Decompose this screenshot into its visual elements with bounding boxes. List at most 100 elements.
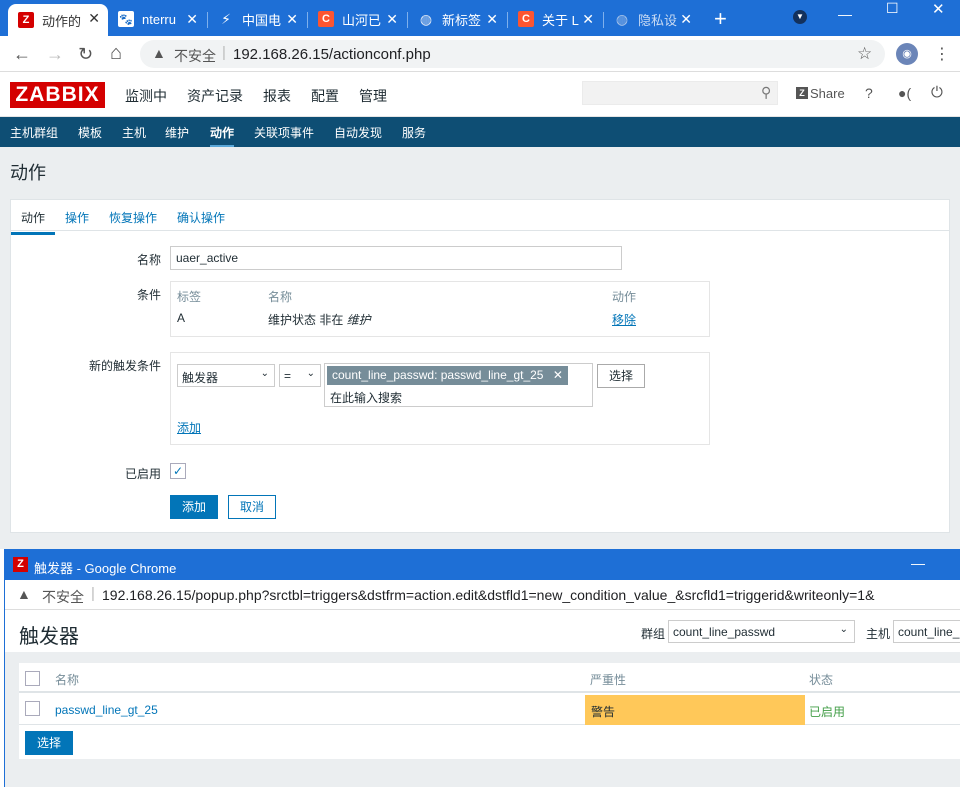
tab-search-icon[interactable]: ▼ [793,10,807,24]
close-icon[interactable]: ✕ [582,11,594,28]
popup-window-title: 触发器 - Google Chrome [34,561,177,576]
new-tab-button[interactable]: + [714,6,727,32]
tab-active-actions[interactable]: Z 动作的 ✕ [8,4,108,36]
tab-operations[interactable]: 操作 [65,209,89,226]
trigger-table-header: 名称 严重性 状态 [19,663,960,693]
share-link[interactable]: Share [810,86,845,101]
menu-monitoring[interactable]: 监测中 [125,86,167,106]
zabbix-logo[interactable]: ZABBIX [10,82,105,108]
address-separator: | [91,585,95,602]
trigger-table: 名称 严重性 状态 passwd_line_gt_25 警告 已启用 选择 [19,663,960,759]
page-header: 动作 [0,147,960,189]
add-condition-link[interactable]: 添加 [177,419,201,436]
conditions-label: 条件 [136,288,161,302]
popup-url-text: 192.168.26.15/popup.php?srctbl=triggers&… [102,587,875,603]
security-label: 不安全 [174,48,216,64]
tab-nterru[interactable]: 🐾 nterru ✕ [108,5,206,33]
submenu-host-groups[interactable]: 主机群组 [10,124,58,141]
warning-icon: ▲ [152,45,166,61]
submenu-hosts[interactable]: 主机 [122,124,146,141]
cancel-button[interactable]: 取消 [228,495,276,519]
tab-acknowledge-operations[interactable]: 确认操作 [177,209,225,226]
close-icon[interactable]: ✕ [486,11,498,28]
host-select[interactable]: count_line_ [893,620,960,643]
help-icon[interactable]: ? [865,85,873,101]
close-icon[interactable]: ✕ [88,10,100,27]
popup-heading: 触发器 [19,626,79,648]
minimize-icon[interactable]: — [838,6,852,22]
global-search-input[interactable]: ⚲ [582,81,778,105]
submenu-correlation[interactable]: 关联项事件 [254,124,314,141]
select-all-checkbox[interactable] [25,671,40,686]
header-status: 状态 [809,673,834,687]
minimize-icon[interactable]: — [911,555,925,571]
telecom-icon: ⚡ [221,10,231,27]
close-icon[interactable]: ✕ [186,11,198,28]
maximize-icon[interactable]: ☐ [886,0,899,17]
menu-reports[interactable]: 报表 [263,86,291,106]
name-input[interactable]: uaer_active [170,246,622,270]
popup-address-bar[interactable]: ▲ 不安全 | 192.168.26.15/popup.php?srctbl=t… [5,580,960,610]
operator-value: = [284,369,292,383]
trigger-multiselect[interactable]: count_line_passwd: passwd_line_gt_25 ✕ 在… [324,363,593,407]
submenu-services[interactable]: 服务 [402,124,426,141]
group-value: count_line_passwd [673,625,776,639]
header-name[interactable]: 名称 [55,671,79,688]
status-enabled-link[interactable]: 已启用 [809,703,845,720]
tab-about[interactable]: C 关于 L ✕ [508,5,602,33]
submenu-templates[interactable]: 模板 [78,124,102,141]
submenu-maintenance[interactable]: 维护 [165,124,189,141]
bookmark-star-icon[interactable]: ☆ [857,44,872,64]
search-icon[interactable]: ⚲ [761,84,771,101]
tab-privacy[interactable]: ◍ 隐私设 ✕ [604,5,700,33]
tab-label: 隐私设 [638,12,678,28]
severity-text: 警告 [591,705,616,719]
condition-remove-link[interactable]: 移除 [612,311,636,328]
close-icon[interactable]: ✕ [286,11,298,28]
tab-action[interactable]: 动作 [11,209,56,235]
select-trigger-button[interactable]: 选择 [597,364,645,388]
tab-china-telecom[interactable]: ⚡ 中国电 ✕ [208,5,306,33]
multiselect-search-input[interactable]: 在此输入搜索 [330,389,402,406]
condition-type-value: 触发器 [182,371,219,385]
condition-name-value: 维护 [346,313,371,327]
reload-icon[interactable]: ↻ [78,44,93,65]
chevron-down-icon: ⌄ [839,624,848,635]
menu-inventory[interactable]: 资产记录 [187,86,243,106]
remove-chip-icon[interactable]: ✕ [553,368,563,382]
menu-administration[interactable]: 管理 [359,86,387,106]
operator-select[interactable]: = ⌄ [279,364,321,387]
signout-icon[interactable]: ⏻ [931,84,943,101]
profile-avatar-icon[interactable]: ◉ [896,43,918,65]
popup-header: 触发器 群组 count_line_passwd ⌄ 主机 count_line… [5,610,960,652]
home-icon[interactable]: ⌂ [110,42,122,65]
group-select[interactable]: count_line_passwd ⌄ [668,620,855,643]
table-row: passwd_line_gt_25 警告 已启用 [19,695,960,725]
host-label: 主机 [866,627,891,641]
submenu-discovery[interactable]: 自动发现 [334,124,382,141]
menu-configuration[interactable]: 配置 [311,86,339,106]
tab-shanhe[interactable]: C 山河已 ✕ [308,5,406,33]
forward-icon[interactable]: → [46,44,64,65]
close-icon[interactable]: ✕ [680,11,692,28]
selected-trigger-chip[interactable]: count_line_passwd: passwd_line_gt_25 ✕ [327,366,568,385]
row-checkbox[interactable] [25,701,40,716]
user-profile-icon[interactable]: ●( [898,85,911,101]
close-icon[interactable]: ✕ [386,11,398,28]
tab-recovery-operations[interactable]: 恢复操作 [109,209,157,226]
page-title: 动作 [10,163,46,183]
address-bar[interactable]: ▲ 不安全 | 192.168.26.15/actionconf.php ☆ [140,40,885,68]
enabled-checkbox[interactable]: ✓ [170,463,186,479]
browser-tab-strip: Z 动作的 ✕ 🐾 nterru ✕ ⚡ 中国电 ✕ C 山河已 ✕ ◍ 新标签… [0,0,960,36]
submenu-actions[interactable]: 动作 [210,124,235,148]
warning-icon: ▲ [17,586,31,602]
enabled-label: 已启用 [124,467,161,481]
window-close-icon[interactable]: ✕ [932,0,945,18]
chrome-menu-icon[interactable]: ⋮ [934,44,950,64]
tab-new-tab[interactable]: ◍ 新标签 ✕ [408,5,506,33]
back-icon[interactable]: ← [13,44,31,65]
add-button[interactable]: 添加 [170,495,218,519]
trigger-name-link[interactable]: passwd_line_gt_25 [55,703,158,717]
popup-select-button[interactable]: 选择 [25,731,73,755]
condition-type-select[interactable]: 触发器 ⌄ [177,364,275,387]
